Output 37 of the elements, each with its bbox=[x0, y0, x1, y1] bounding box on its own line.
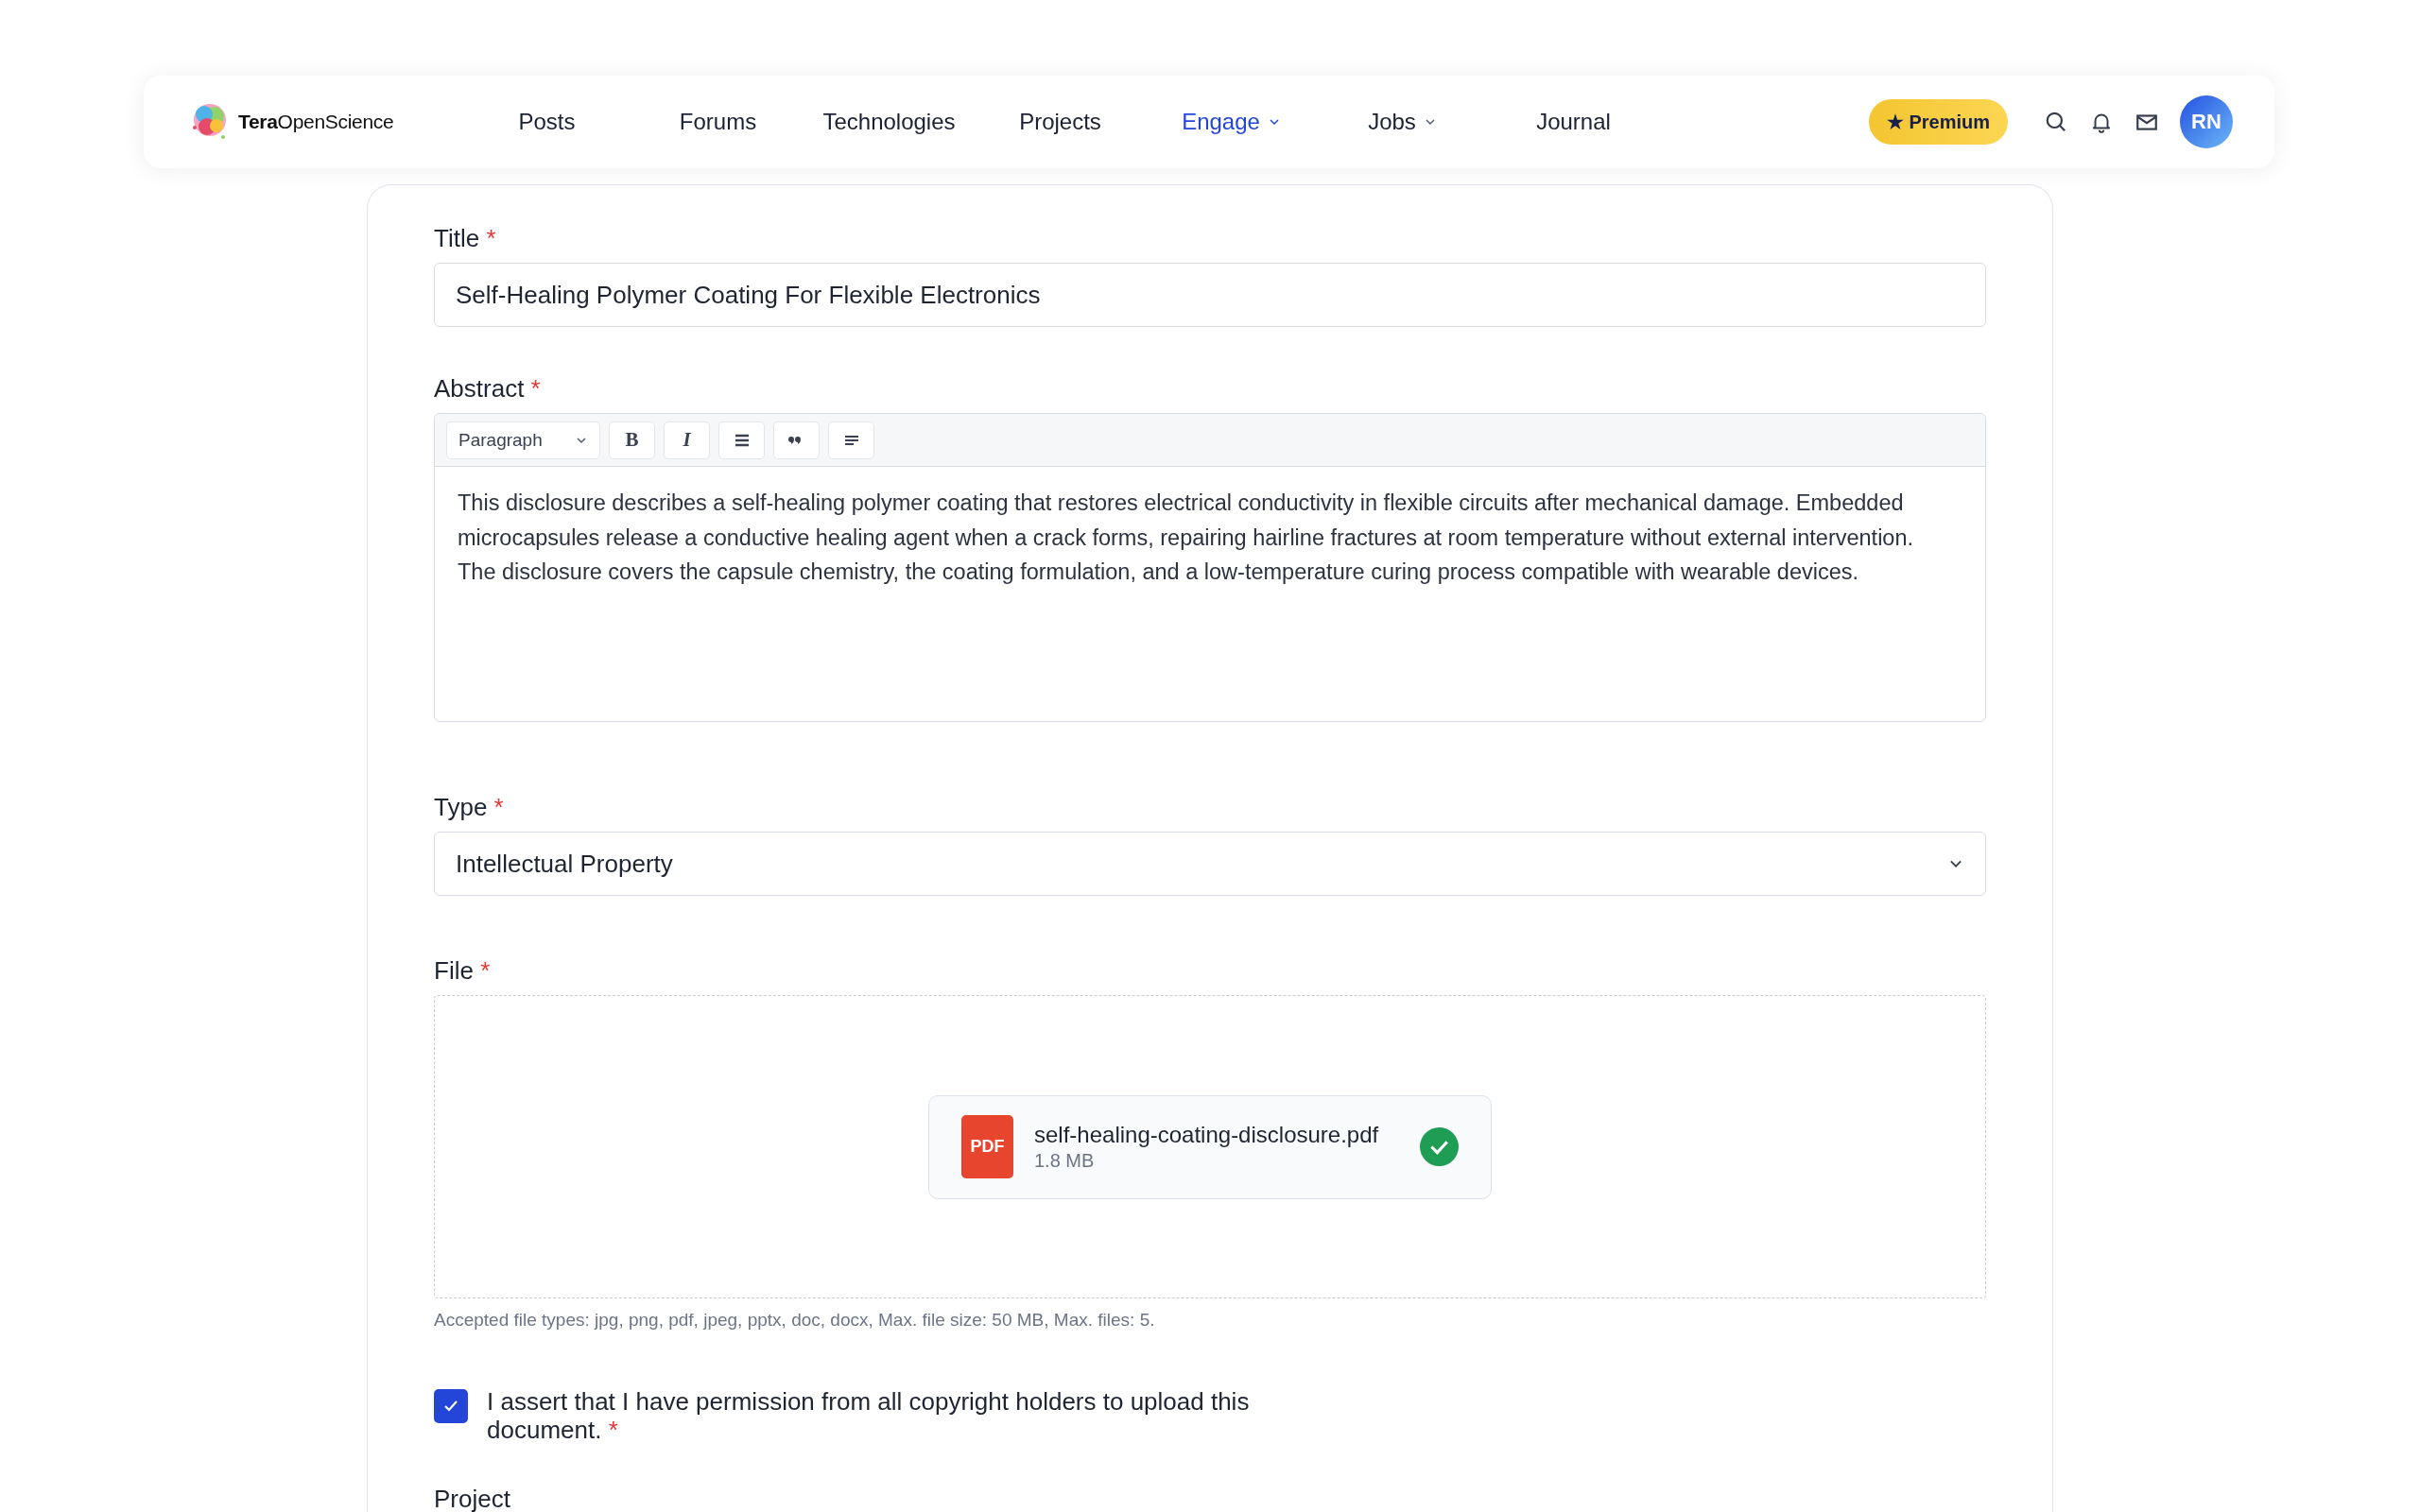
required-mark: * bbox=[480, 956, 491, 985]
required-mark: * bbox=[493, 793, 504, 821]
nav-link[interactable]: Engage bbox=[1146, 109, 1317, 135]
nav-link[interactable]: Posts bbox=[461, 109, 632, 135]
user-avatar[interactable]: RN bbox=[2180, 95, 2233, 148]
field-label: Title * bbox=[434, 223, 497, 253]
required-mark: * bbox=[608, 1416, 618, 1444]
file-hint-text: Accepted file types: jpg, png, pdf, jpeg, pptx, doc, docx, Max. file size: 50 MB, Max. files: 5. bbox=[434, 1310, 1156, 1331]
field-label: File * bbox=[434, 955, 492, 986]
consent-checkbox[interactable] bbox=[434, 1389, 468, 1423]
field-label: Project bbox=[434, 1484, 511, 1512]
search-icon[interactable] bbox=[2044, 110, 2068, 134]
abstract-text[interactable]: This disclosure describes a self-healing polymer coating that restores electrical conductivity in flexible circuits after mechanical damage. Embedded microcapsules release a conductive healing agent when a crack forms, repairing hairline fractures at room temperature without external intervention. The disclosure covers the capsule chemistry, the coating formulation, and a low-temperature curing process compatible with wearable devices. bbox=[435, 467, 1985, 609]
type-select[interactable]: Intellectual Property bbox=[434, 832, 1986, 896]
file-name: self-healing-coating-disclosure.pdf bbox=[1034, 1122, 1380, 1148]
field-label: Abstract * bbox=[434, 373, 542, 404]
required-mark: * bbox=[530, 374, 541, 403]
pdf-file-icon: PDF bbox=[961, 1115, 1013, 1178]
align-button[interactable] bbox=[828, 421, 874, 459]
required-mark: * bbox=[486, 224, 496, 252]
premium-button[interactable]: ★ Premium bbox=[1868, 99, 2008, 145]
file-size: 1.8 MB bbox=[1034, 1150, 1096, 1172]
consent-label: I assert that I have permission from all copyright holders to upload this document. * bbox=[487, 1387, 1251, 1444]
paragraph-dropdown[interactable]: Paragraph bbox=[446, 421, 600, 459]
title-input-field[interactable]: Self-Healing Polymer Coating For Flexible Electronics bbox=[434, 263, 1986, 327]
italic-button[interactable]: I bbox=[664, 421, 710, 459]
nav-link[interactable]: Forums bbox=[632, 109, 804, 135]
quote-button[interactable] bbox=[773, 421, 820, 459]
nav-link[interactable]: Journal bbox=[1488, 109, 1659, 135]
nav-link[interactable]: Jobs bbox=[1317, 109, 1488, 135]
logo-text[interactable]: TeraOpenScience bbox=[238, 111, 394, 133]
nav-link[interactable]: Projects bbox=[975, 109, 1146, 135]
file-dropzone[interactable]: PDF self-healing-coating-disclosure.pdf 1.8 MB bbox=[434, 995, 1986, 1298]
list-button[interactable] bbox=[718, 421, 765, 459]
nav-link[interactable]: Technologies bbox=[804, 109, 975, 135]
field-label: Type * bbox=[434, 792, 505, 822]
bold-button[interactable]: B bbox=[609, 421, 655, 459]
